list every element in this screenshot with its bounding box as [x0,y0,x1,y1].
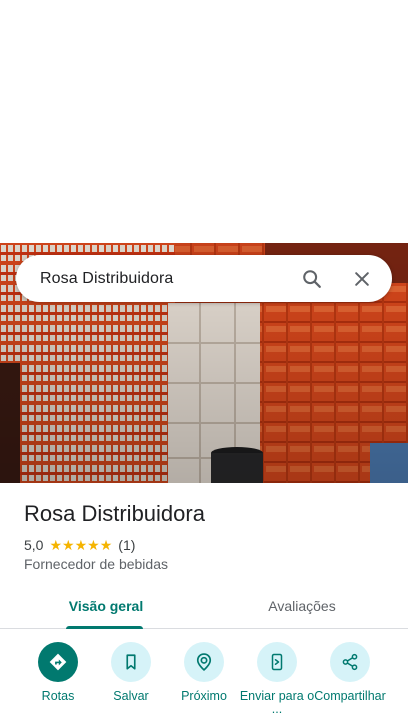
share-icon [330,642,370,682]
save-button[interactable]: Salvar [93,642,169,703]
star-icon: ★ [49,537,63,553]
search-icon[interactable] [300,267,324,291]
save-label: Salvar [113,689,149,703]
directions-button[interactable]: Rotas [20,642,96,703]
tab-selected-indicator [66,626,143,629]
search-input[interactable]: Rosa Distribuidora [40,270,300,288]
action-bar: Rotas Salvar Próximo Enviar para o ... C… [0,640,408,726]
nearby-icon [184,642,224,682]
place-sheet: Rosa Distribuidora Rosa Distribuidora 5,… [0,0,408,726]
star-icon: ★ [62,537,75,553]
place-category: Fornecedor de bebidas [24,556,168,572]
close-icon[interactable] [350,267,374,291]
share-label: Compartilhar [314,689,386,703]
tab-reviews[interactable]: Avaliações [232,584,372,628]
bookmark-icon [111,642,151,682]
star-rating: ★ ★ ★ ★ ★ [49,538,112,552]
directions-label: Rotas [41,689,75,703]
send-to-phone-icon [257,642,297,682]
share-button[interactable]: Compartilhar [312,642,388,703]
nearby-label: Próximo [181,689,227,703]
nearby-button[interactable]: Próximo [166,642,242,703]
send-to-phone-label: Enviar para o ... [239,689,315,716]
rating-value: 5,0 [24,537,44,553]
search-bar[interactable]: Rosa Distribuidora [16,255,392,302]
tab-bar: Visão geral Avaliações [0,584,408,629]
place-title: Rosa Distribuidora [24,501,205,526]
star-icon: ★ [87,537,100,553]
review-count: (1) [118,537,136,553]
directions-icon [38,642,78,682]
rating-row[interactable]: 5,0 ★ ★ ★ ★ ★ (1) [24,536,135,554]
tab-overview[interactable]: Visão geral [36,584,176,628]
star-icon: ★ [74,537,88,553]
star-icon: ★ [99,537,113,553]
send-to-phone-button[interactable]: Enviar para o ... [239,642,315,716]
